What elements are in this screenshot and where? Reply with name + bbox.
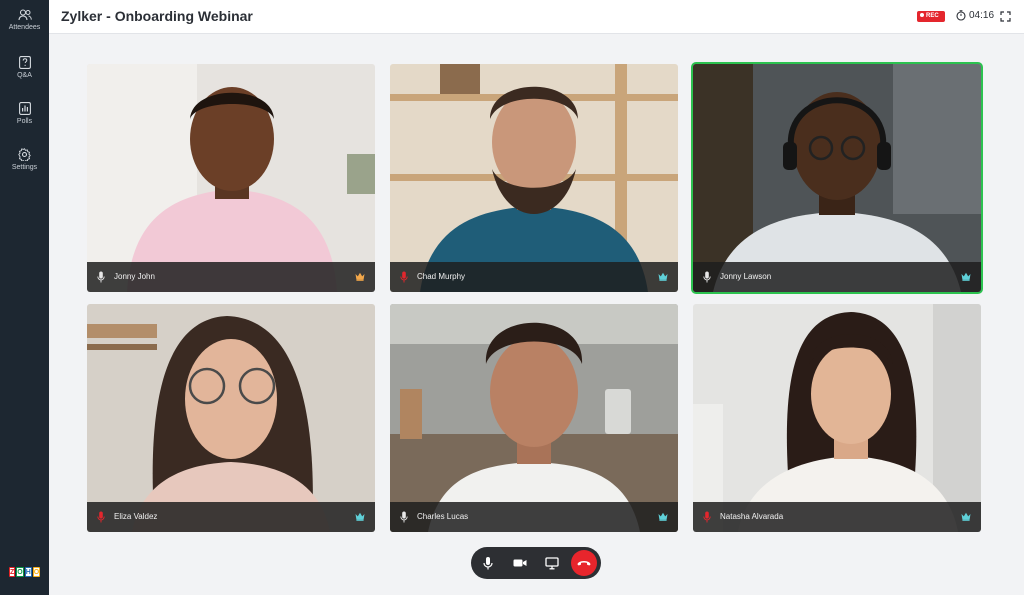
screen-share-icon[interactable] bbox=[544, 555, 560, 571]
sidebar-item-label: Attendees bbox=[8, 24, 41, 31]
microphone-muted-icon bbox=[703, 511, 711, 523]
sidebar-item-label: Polls bbox=[16, 118, 33, 125]
camera-icon[interactable] bbox=[512, 555, 528, 571]
crown-icon bbox=[658, 512, 668, 521]
microphone-icon bbox=[97, 271, 105, 283]
end-call-button[interactable] bbox=[571, 550, 597, 576]
call-controls bbox=[471, 547, 601, 579]
record-dot-icon bbox=[920, 13, 924, 17]
participant-video bbox=[390, 304, 678, 532]
crown-icon bbox=[658, 272, 668, 281]
sidebar: Attendees Q&A Polls Settings Z O H O bbox=[0, 0, 49, 595]
video-tile-active-speaker[interactable]: Jonny Lawson bbox=[691, 62, 983, 294]
sidebar-item-label: Settings bbox=[11, 164, 38, 171]
participant-video bbox=[693, 304, 981, 532]
participant-nameplate: Jonny Lawson bbox=[693, 262, 981, 292]
video-tile[interactable]: Eliza Valdez bbox=[87, 304, 375, 532]
crown-icon bbox=[355, 512, 365, 521]
rec-label: REC bbox=[926, 13, 939, 19]
microphone-muted-icon bbox=[97, 511, 105, 523]
logo-letter: Z bbox=[9, 567, 16, 577]
participant-name: Natasha Alvarada bbox=[720, 512, 784, 521]
participant-video bbox=[693, 64, 981, 292]
microphone-muted-icon bbox=[400, 271, 408, 283]
microphone-icon bbox=[400, 511, 408, 523]
participant-video bbox=[87, 64, 375, 292]
sidebar-item-label: Q&A bbox=[17, 72, 32, 79]
participant-name: Chad Murphy bbox=[417, 272, 466, 281]
participant-name: Jonny Lawson bbox=[720, 272, 772, 281]
users-icon bbox=[17, 9, 32, 21]
microphone-icon bbox=[703, 271, 711, 283]
zoho-logo: Z O H O bbox=[9, 567, 41, 577]
recording-badge: REC bbox=[917, 11, 945, 22]
participant-nameplate: Eliza Valdez bbox=[87, 502, 375, 532]
fullscreen-icon[interactable] bbox=[1000, 11, 1011, 22]
participant-video bbox=[87, 304, 375, 532]
sidebar-item-qa[interactable]: Q&A bbox=[0, 56, 49, 79]
sidebar-item-attendees[interactable]: Attendees bbox=[0, 9, 49, 31]
participant-nameplate: Chad Murphy bbox=[390, 262, 678, 292]
session-timer: 04:16 bbox=[956, 10, 994, 21]
participant-video bbox=[390, 64, 678, 292]
end-call-icon bbox=[577, 561, 591, 566]
polls-icon bbox=[18, 102, 31, 115]
participant-nameplate: Charles Lucas bbox=[390, 502, 678, 532]
question-icon bbox=[18, 56, 31, 69]
header-bar: Zylker - Onboarding Webinar REC 04:16 bbox=[49, 0, 1024, 34]
participant-nameplate: Natasha Alvarada bbox=[693, 502, 981, 532]
participant-name: Eliza Valdez bbox=[114, 512, 158, 521]
participant-name: Charles Lucas bbox=[417, 512, 469, 521]
logo-letter: O bbox=[16, 567, 24, 577]
crown-icon bbox=[961, 272, 971, 281]
video-tile[interactable]: Charles Lucas bbox=[390, 304, 678, 532]
gear-icon bbox=[18, 148, 31, 161]
crown-icon bbox=[355, 272, 365, 281]
video-tile[interactable]: Jonny John bbox=[87, 64, 375, 292]
sidebar-item-polls[interactable]: Polls bbox=[0, 102, 49, 125]
sidebar-item-settings[interactable]: Settings bbox=[0, 148, 49, 171]
logo-letter: H bbox=[24, 567, 32, 577]
page-title: Zylker - Onboarding Webinar bbox=[61, 8, 253, 24]
microphone-icon[interactable] bbox=[480, 555, 496, 571]
participant-name: Jonny John bbox=[114, 272, 155, 281]
video-tile[interactable]: Chad Murphy bbox=[390, 64, 678, 292]
crown-icon bbox=[961, 512, 971, 521]
participant-nameplate: Jonny John bbox=[87, 262, 375, 292]
timer-value: 04:16 bbox=[969, 10, 995, 21]
stopwatch-icon bbox=[956, 10, 966, 21]
video-tile[interactable]: Natasha Alvarada bbox=[693, 304, 981, 532]
logo-letter: O bbox=[32, 567, 41, 577]
